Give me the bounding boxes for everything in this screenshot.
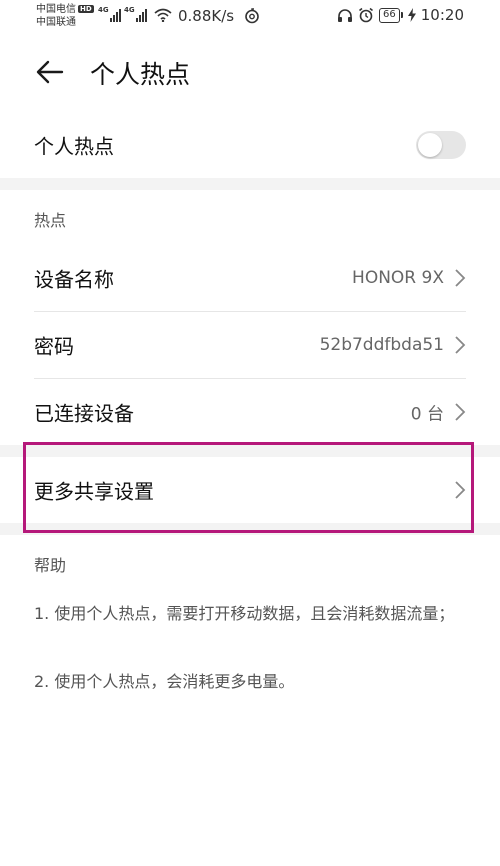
charging-icon	[407, 8, 416, 22]
section-header-hotspot: 热点	[34, 211, 67, 230]
password-value: 52b7ddfbda51	[319, 335, 444, 355]
hotspot-toggle-label: 个人热点	[34, 134, 114, 159]
status-bar: 中国电信 HD 中国联通 4G 4G 0.88K/s 66 10:20	[0, 0, 500, 34]
network-speed: 0.88K/s	[178, 7, 235, 25]
battery-level: 66	[379, 7, 400, 23]
help-item: 1. 使用个人热点，需要打开移动数据，且会消耗数据流量；	[34, 604, 455, 623]
help-item: 2. 使用个人热点，会消耗更多电量。	[34, 672, 295, 691]
hotspot-toggle-row[interactable]: 个人热点	[0, 112, 500, 178]
signal-group: 4G 4G	[98, 6, 172, 22]
switch-knob	[418, 133, 442, 157]
carrier-info: 中国电信 HD 中国联通	[36, 3, 94, 29]
section-header-help: 帮助	[34, 556, 67, 575]
password-label: 密码	[34, 334, 74, 359]
carrier-primary: 中国电信	[36, 4, 76, 15]
chevron-right-icon	[455, 336, 466, 354]
arrow-left-icon[interactable]	[36, 60, 64, 84]
network-type-label: 4G	[124, 6, 135, 14]
signal-icon: 4G	[98, 6, 121, 22]
chevron-right-icon	[455, 403, 466, 421]
device-name-value: HONOR 9X	[352, 268, 444, 288]
more-sharing-settings-row[interactable]: 更多共享设置	[0, 457, 500, 523]
wifi-icon	[154, 8, 172, 22]
netease-music-icon	[245, 8, 259, 24]
signal-icon: 4G	[124, 6, 147, 22]
section-gap	[0, 523, 500, 535]
password-row[interactable]: 密码 52b7ddfbda51	[0, 312, 500, 378]
network-type-label: 4G	[98, 6, 109, 14]
alarm-icon	[359, 7, 374, 23]
clock-time: 10:20	[420, 6, 464, 24]
section-gap	[0, 445, 500, 457]
connected-devices-row[interactable]: 已连接设备 0 台	[0, 379, 500, 445]
hotspot-switch[interactable]	[416, 131, 466, 159]
battery-icon: 66	[379, 7, 403, 23]
headset-icon	[338, 8, 353, 22]
status-right-group: 66 10:20	[337, 6, 464, 24]
connected-devices-value: 0 台	[410, 404, 444, 425]
app-header: 个人热点	[0, 34, 500, 110]
chevron-right-icon	[455, 481, 466, 499]
connected-devices-label: 已连接设备	[34, 401, 134, 426]
page-title: 个人热点	[90, 60, 191, 89]
device-name-label: 设备名称	[34, 267, 114, 292]
device-name-row[interactable]: 设备名称 HONOR 9X	[0, 245, 500, 311]
chevron-right-icon	[455, 269, 466, 287]
hd-badge: HD	[78, 5, 94, 13]
more-sharing-settings-label: 更多共享设置	[34, 479, 154, 504]
section-gap	[0, 178, 500, 190]
carrier-secondary: 中国联通	[36, 17, 76, 28]
